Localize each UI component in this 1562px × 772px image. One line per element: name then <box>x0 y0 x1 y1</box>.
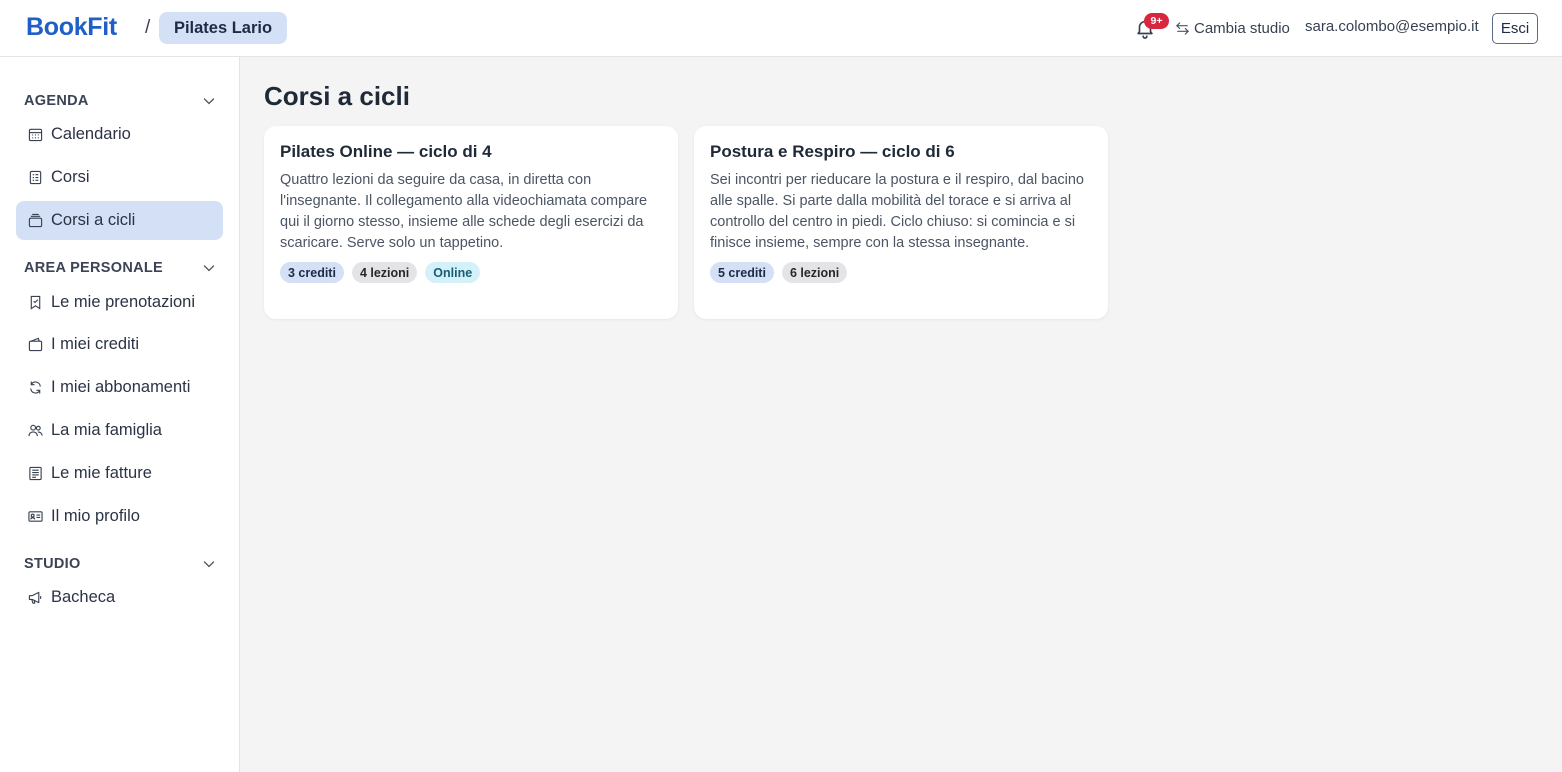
sidebar-item-label: Le mie prenotazioni <box>51 293 196 311</box>
online-tag: Online <box>425 262 481 283</box>
sidebar-item-label: Bacheca <box>51 588 116 606</box>
notifications-badge: 9+ <box>1144 13 1169 29</box>
courses-icon <box>29 170 42 185</box>
sidebar-item-corsi-a-cicli[interactable]: Corsi a cicli <box>16 201 223 240</box>
switch-studio-label: Cambia studio <box>1194 19 1290 37</box>
card-title: Pilates Online — ciclo di 4 <box>280 142 492 161</box>
section-title: AREA PERSONALE <box>24 260 164 276</box>
sidebar-item-corsi[interactable]: Corsi <box>16 158 223 197</box>
section-toggle-area-personale[interactable]: AREA PERSONALE <box>24 258 216 278</box>
chevron-down-icon <box>203 561 215 568</box>
family-icon <box>28 424 43 437</box>
sidebar-item-fatture[interactable]: Le mie fatture <box>16 454 223 493</box>
cycles-icon <box>28 213 43 228</box>
brand-logo[interactable]: BookFit <box>26 13 117 42</box>
user-email: sara.colombo@esempio.it <box>1305 18 1479 35</box>
cycle-card-pilates-online[interactable]: Pilates Online — ciclo di 4 Quattro lezi… <box>264 126 678 319</box>
current-studio-pill[interactable]: Pilates Lario <box>159 12 287 44</box>
top-bar: BookFit / Pilates Lario 9+ Cambia studio… <box>0 0 1562 57</box>
section-title: AGENDA <box>24 93 89 109</box>
breadcrumb-separator: / <box>145 17 151 38</box>
sidebar-item-label: La mia famiglia <box>51 421 162 439</box>
megaphone-icon <box>28 591 42 604</box>
card-tags: 5 crediti 6 lezioni <box>710 262 1092 283</box>
wallet-icon <box>28 337 43 352</box>
sidebar-item-label: Corsi <box>51 168 90 186</box>
refresh-icon <box>30 381 41 394</box>
card-description: Sei incontri per rieducare la postura e … <box>710 172 1084 251</box>
sidebar-item-profilo[interactable]: Il mio profilo <box>16 497 223 536</box>
sidebar-item-prenotazioni[interactable]: Le mie prenotazioni <box>16 283 223 322</box>
card-tags: 3 crediti 4 lezioni Online <box>280 262 662 283</box>
profile-card-icon <box>28 511 43 522</box>
main-content: Corsi a cicli Pilates Online — ciclo di … <box>240 57 1562 772</box>
calendar-icon <box>28 128 43 142</box>
lessons-tag: 6 lezioni <box>781 262 848 283</box>
card-description: Quattro lezioni da seguire da casa, in d… <box>280 172 648 251</box>
sidebar-item-calendario[interactable]: Calendario <box>16 115 223 154</box>
sidebar-item-crediti[interactable]: I miei crediti <box>16 325 223 364</box>
section-toggle-agenda[interactable]: AGENDA <box>24 91 216 111</box>
card-title: Postura e Respiro — ciclo di 6 <box>710 142 955 161</box>
invoice-icon <box>29 466 42 481</box>
sidebar-item-label: Le mie fatture <box>51 464 152 482</box>
cycle-card-postura-respiro[interactable]: Postura e Respiro — ciclo di 6 Sei incon… <box>694 126 1108 319</box>
credits-tag: 3 crediti <box>280 262 344 283</box>
sidebar: AGENDA Calendario Corsi Corsi a cicli AR… <box>0 57 240 772</box>
swap-arrows-icon <box>1176 21 1189 35</box>
credits-tag: 5 crediti <box>710 262 774 283</box>
sidebar-item-bacheca[interactable]: Bacheca <box>16 578 223 617</box>
section-toggle-studio[interactable]: STUDIO <box>24 554 216 574</box>
sidebar-item-label: Il mio profilo <box>51 507 140 525</box>
lessons-tag: 4 lezioni <box>351 262 418 283</box>
sidebar-item-famiglia[interactable]: La mia famiglia <box>16 411 223 450</box>
section-title: STUDIO <box>24 556 81 572</box>
switch-studio-link[interactable]: Cambia studio <box>1175 18 1290 38</box>
page-title: Corsi a cicli <box>264 81 410 111</box>
sidebar-item-abbonamenti[interactable]: I miei abbonamenti <box>16 368 223 407</box>
sidebar-item-label: Corsi a cicli <box>51 211 136 229</box>
chevron-down-icon <box>203 265 215 272</box>
chevron-down-icon <box>203 98 215 105</box>
sidebar-item-label: I miei abbonamenti <box>51 378 191 396</box>
sidebar-item-label: Calendario <box>51 125 131 143</box>
logout-button[interactable]: Esci <box>1492 13 1538 44</box>
sidebar-item-label: I miei crediti <box>51 335 140 353</box>
bookmark-icon <box>30 295 41 310</box>
